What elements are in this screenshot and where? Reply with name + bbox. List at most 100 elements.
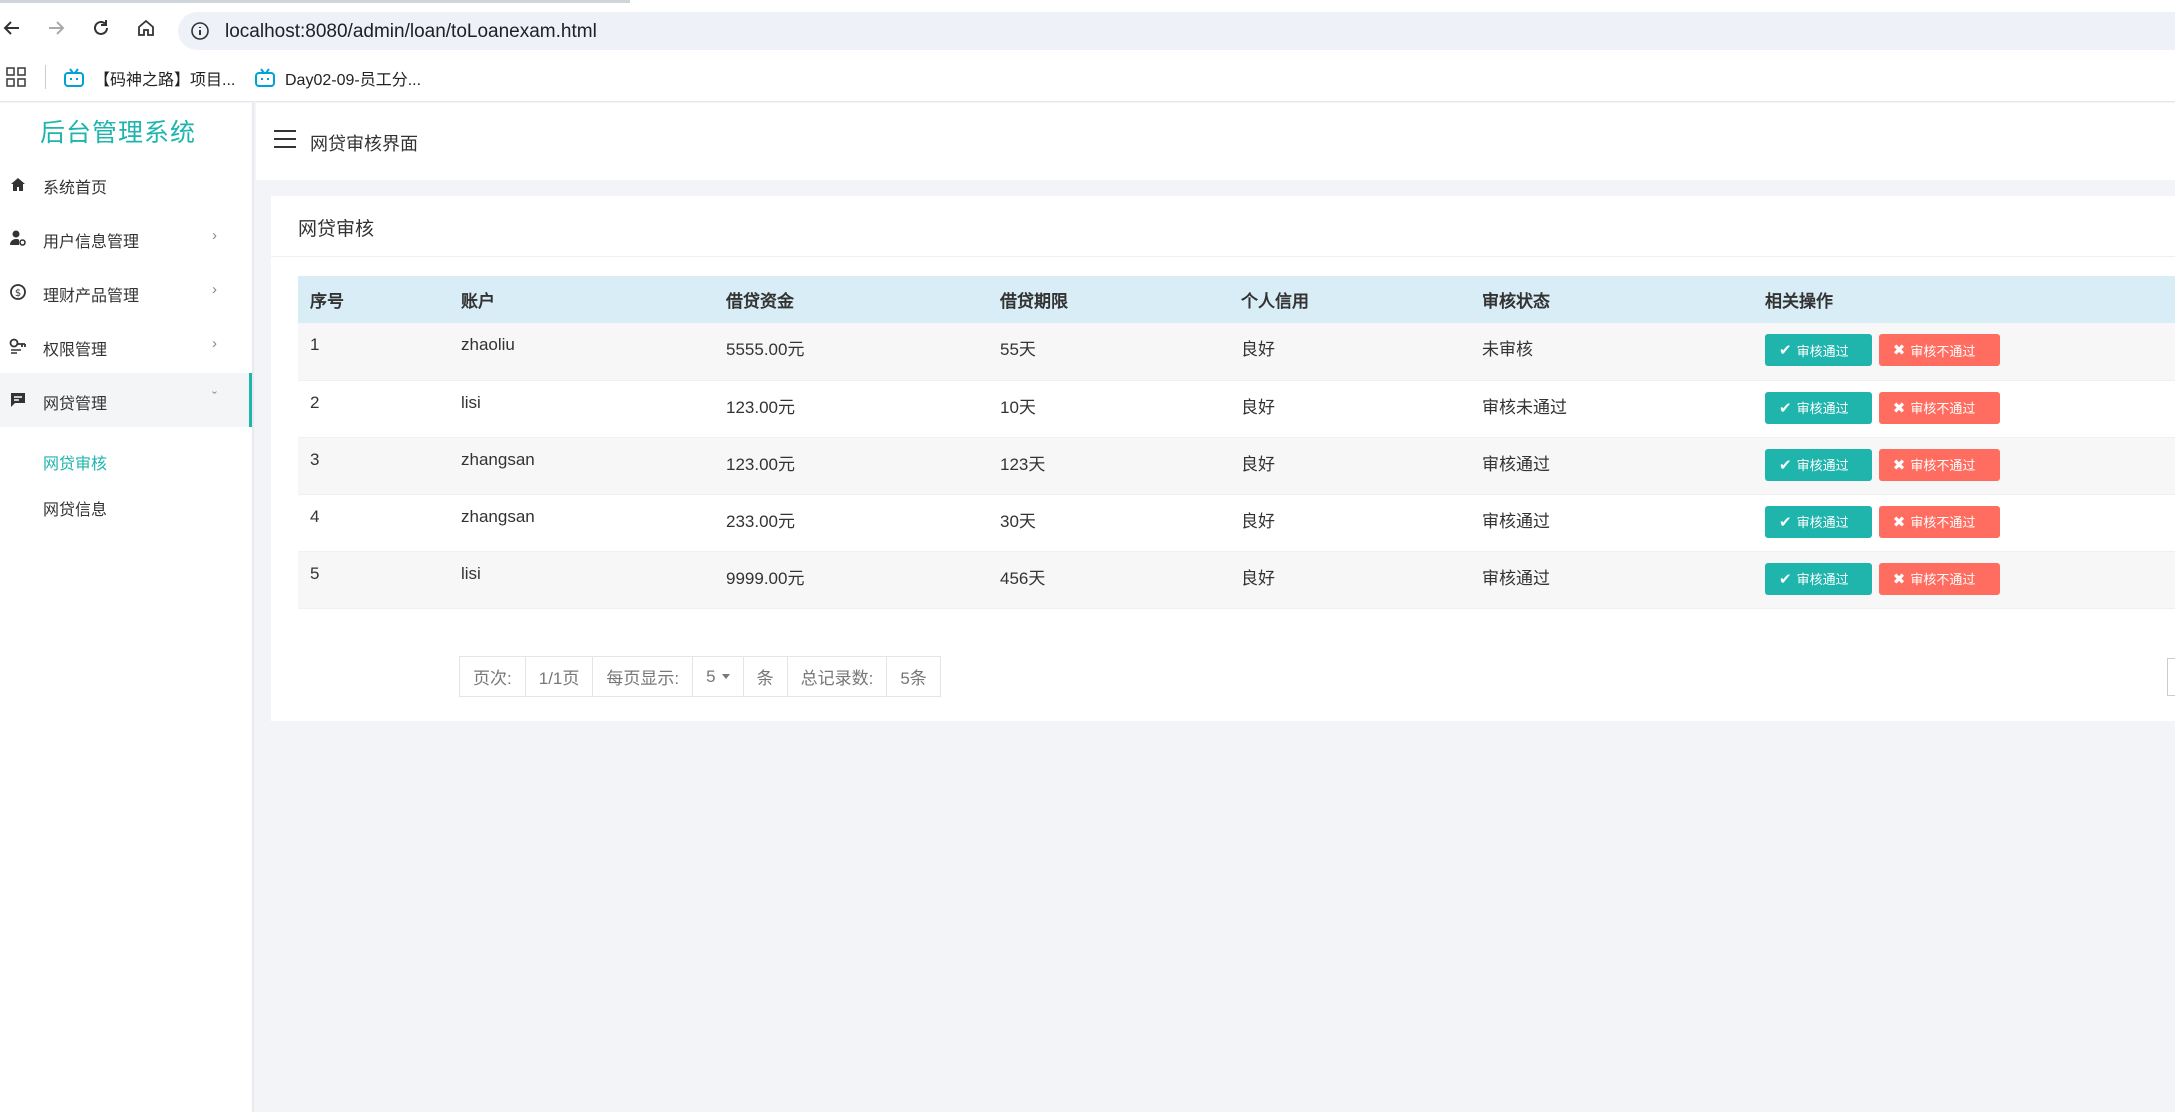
svg-text:$: $ <box>15 288 21 299</box>
actions-cell: ✔ 审核通过 ✖ 审核不通过 <box>1753 380 2175 438</box>
per-page-label: 每页显示: <box>593 657 694 696</box>
table-cell: 良好 <box>1229 494 1470 552</box>
sidebar-item-label: 权限管理 <box>43 342 108 359</box>
approve-button[interactable]: ✔ 审核通过 <box>1765 334 1872 366</box>
close-icon: ✖ <box>1892 570 1906 588</box>
table-cell: 良好 <box>1229 323 1470 381</box>
table-cell: zhangsan <box>449 494 714 552</box>
sidebar-item-permissions[interactable]: 权限管理 › <box>0 319 252 373</box>
table-cell: 9999.00元 <box>714 551 988 609</box>
table-cell: zhaoliu <box>449 323 714 381</box>
chevron-right-icon: › <box>212 335 217 352</box>
sidebar-item-home[interactable]: 系统首页 <box>0 157 252 211</box>
table-row: 3 zhangsan 123.00元 123天 良好 审核通过 ✔ 审核通过 ✖ 审… <box>298 437 2175 495</box>
actions-cell: ✔ 审核通过 ✖ 审核不通过 <box>1753 551 2175 609</box>
check-icon: ✔ <box>1779 456 1792 474</box>
sidebar-item-user-info[interactable]: 用户信息管理 › <box>0 211 252 265</box>
reject-button[interactable]: ✖ 审核不通过 <box>1878 448 2000 481</box>
pagination-nav-button[interactable] <box>2167 658 2175 696</box>
home-page-icon[interactable] <box>131 13 161 43</box>
caret-down-icon <box>721 674 730 679</box>
check-icon: ✔ <box>1779 399 1792 417</box>
column-header: 序号 <box>298 276 449 323</box>
panel-divider <box>271 256 2175 257</box>
close-icon: ✖ <box>1892 399 1906 417</box>
bilibili-icon <box>255 68 275 87</box>
reject-button[interactable]: ✖ 审核不通过 <box>1878 334 2000 366</box>
reject-button[interactable]: ✖ 审核不通过 <box>1878 505 2000 538</box>
close-icon: ✖ <box>1892 456 1906 474</box>
chevron-right-icon: › <box>212 227 217 244</box>
table-cell: 良好 <box>1229 551 1470 609</box>
sidebar: 后台管理系统 系统首页 用户信息管理 › $ 理财产品管理 › 权限管理 › 网… <box>0 103 254 1112</box>
bookmark-label: Day02-09-员工分... <box>285 72 422 89</box>
table-cell: 良好 <box>1229 437 1470 495</box>
page-label: 页次: <box>460 657 526 696</box>
table-cell: 30天 <box>988 494 1229 552</box>
bookmarks-separator <box>45 65 46 89</box>
table-row: 1 zhaoliu 5555.00元 55天 良好 未审核 ✔ 审核通过 ✖ 审核不… <box>298 323 2175 381</box>
column-header: 个人信用 <box>1229 276 1470 323</box>
table-cell: 良好 <box>1229 380 1470 438</box>
table-cell: 审核未通过 <box>1470 380 1753 438</box>
sidebar-item-label: 系统首页 <box>43 180 108 197</box>
approve-button[interactable]: ✔ 审核通过 <box>1765 391 1872 424</box>
table-header-row: 序号 账户 借贷资金 借贷期限 个人信用 审核状态 相关操作 <box>298 276 2175 323</box>
pagination-bar: 页次: 1/1页 每页显示: 5 条 总记录数: 5条 <box>459 656 941 697</box>
page-header: 网贷审核界面 <box>256 103 2175 180</box>
actions-cell: ✔ 审核通过 ✖ 审核不通过 <box>1753 494 2175 552</box>
approve-button[interactable]: ✔ 审核通过 <box>1765 562 1872 595</box>
approve-button[interactable]: ✔ 审核通过 <box>1765 448 1872 481</box>
back-icon[interactable] <box>0 13 27 43</box>
reject-button[interactable]: ✖ 审核不通过 <box>1878 391 2000 424</box>
table-cell: 123.00元 <box>714 437 988 495</box>
table-cell: 审核通过 <box>1470 437 1753 495</box>
page-value: 1/1页 <box>526 657 594 696</box>
page-title: 网贷审核界面 <box>310 134 418 154</box>
check-icon: ✔ <box>1779 342 1792 359</box>
approve-button[interactable]: ✔ 审核通过 <box>1765 505 1872 538</box>
site-info-icon[interactable] <box>190 21 210 41</box>
per-page-unit: 条 <box>744 657 788 696</box>
table-row: 4 zhangsan 233.00元 30天 良好 审核通过 ✔ 审核通过 ✖ 审核… <box>298 494 2175 552</box>
chevron-down-icon: ˇ <box>212 389 217 406</box>
table-cell: 10天 <box>988 380 1229 438</box>
column-header: 借贷期限 <box>988 276 1229 323</box>
column-header: 借贷资金 <box>714 276 988 323</box>
table-cell: 审核通过 <box>1470 494 1753 552</box>
url-text[interactable]: localhost:8080/admin/loan/toLoanexam.htm… <box>225 21 597 43</box>
total-value: 5条 <box>900 669 927 688</box>
reload-icon[interactable] <box>86 13 116 43</box>
menu-toggle-icon[interactable] <box>274 130 298 150</box>
loan-table: 序号 账户 借贷资金 借贷期限 个人信用 审核状态 相关操作 1 zhaoliu… <box>298 276 2175 609</box>
message-icon <box>11 393 25 407</box>
key-icon <box>9 338 26 354</box>
close-icon: ✖ <box>1892 342 1906 359</box>
bookmark-item[interactable]: Day02-09-员工分... <box>254 65 421 91</box>
forward-icon[interactable] <box>41 13 71 43</box>
coin-icon: $ <box>10 284 26 300</box>
per-page-select[interactable]: 5 <box>693 657 744 696</box>
sidebar-item-loans[interactable]: 网贷管理 ˇ <box>0 373 252 427</box>
table-cell: 5555.00元 <box>714 323 988 381</box>
apps-grid-icon[interactable] <box>6 67 26 87</box>
address-bar[interactable]: localhost:8080/admin/loan/toLoanexam.htm… <box>178 12 2175 50</box>
close-icon: ✖ <box>1892 513 1906 531</box>
sidebar-item-label: 理财产品管理 <box>43 288 140 305</box>
sidebar-subitem-loan-review[interactable]: 网贷审核 <box>43 450 107 474</box>
table-cell: lisi <box>449 380 714 438</box>
table-cell: lisi <box>449 551 714 609</box>
total-label: 总记录数: <box>788 657 888 696</box>
sidebar-item-label: 用户信息管理 <box>43 234 140 251</box>
bookmarks-bar: 【码神之路】项目... Day02-09-员工分... <box>0 52 2175 102</box>
table-cell: 3 <box>298 437 449 495</box>
table-cell: 55天 <box>988 323 1229 381</box>
check-icon: ✔ <box>1779 570 1792 588</box>
bookmark-item[interactable]: 【码神之路】项目... <box>63 65 235 91</box>
bookmark-label: 【码神之路】项目... <box>94 72 236 89</box>
reject-button[interactable]: ✖ 审核不通过 <box>1878 562 2000 595</box>
sidebar-subitem-loan-info[interactable]: 网贷信息 <box>43 496 107 520</box>
sidebar-item-products[interactable]: $ 理财产品管理 › <box>0 265 252 319</box>
table-cell: 123.00元 <box>714 380 988 438</box>
table-cell: 123天 <box>988 437 1229 495</box>
